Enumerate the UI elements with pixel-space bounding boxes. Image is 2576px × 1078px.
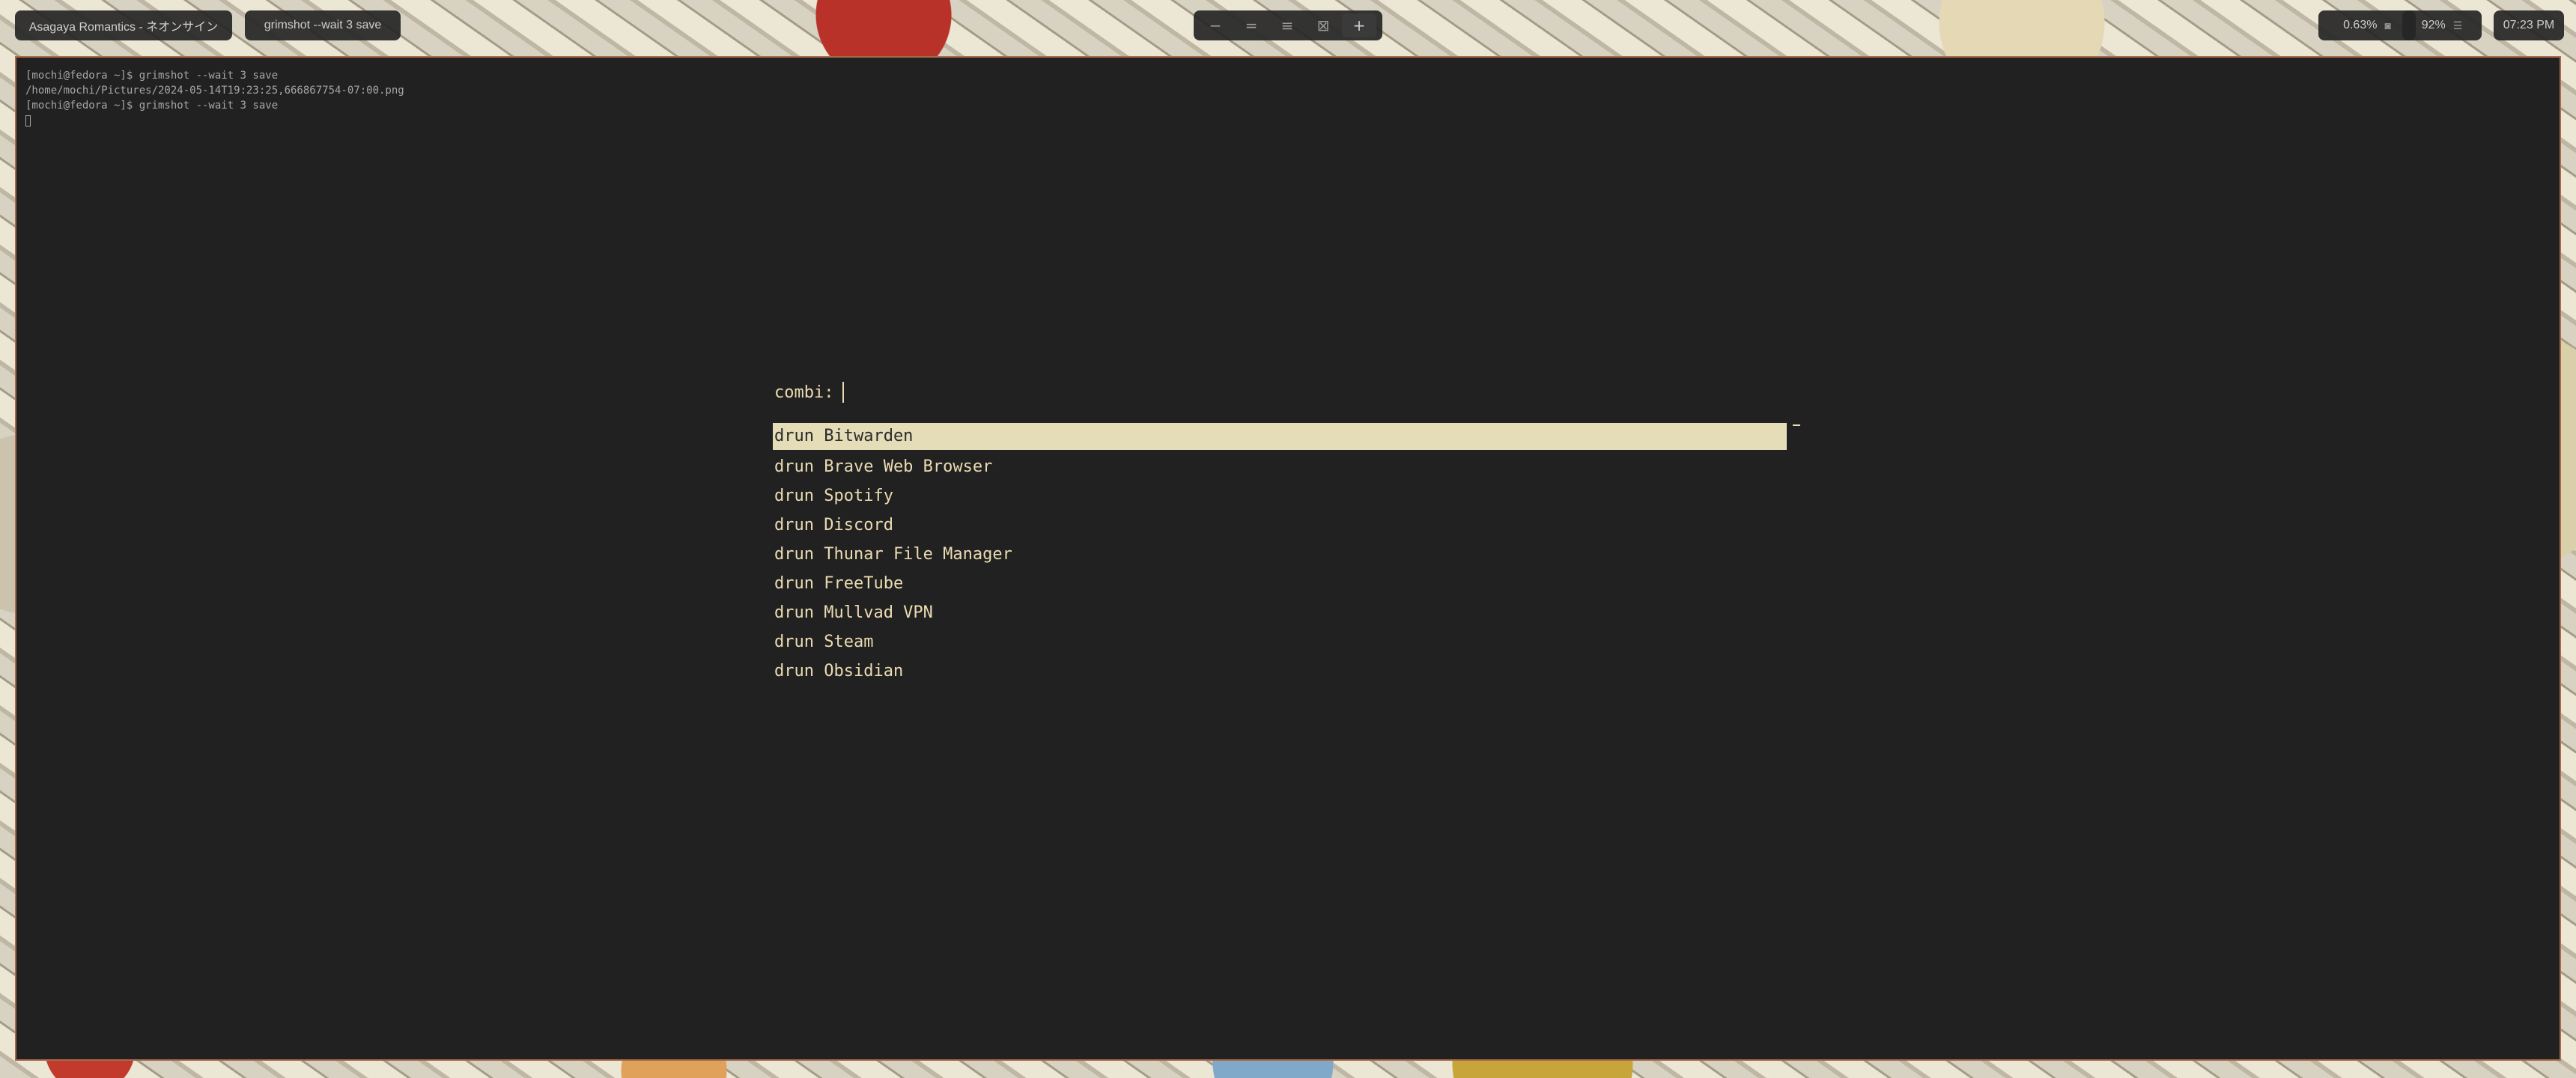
focused-command-pill[interactable]: grimshot --wait 3 save: [245, 10, 401, 40]
minus-icon: −: [1209, 16, 1222, 34]
terminal-line: /home/mochi/Pictures/2024-05-14T19:23:25…: [25, 85, 404, 97]
grid-icon: ⊠: [1316, 16, 1330, 34]
battery-pill[interactable]: 92% ☰: [2402, 10, 2482, 40]
window-title-label: Asagaya Romantics - ネオンサイン: [28, 21, 219, 34]
workspace-2-button[interactable]: =: [1234, 13, 1269, 37]
list-item-thunar[interactable]: drun Thunar File Manager: [773, 540, 1787, 569]
cpu-usage-pill[interactable]: 0.63% ◙: [2318, 10, 2416, 40]
workspace-5-button[interactable]: +: [1342, 13, 1376, 37]
terminal-output: [mochi@fedora ~]$ grimshot --wait 3 save…: [25, 68, 404, 131]
terminal-cursor: [25, 115, 31, 127]
cpu-icon: ◙: [2384, 19, 2391, 31]
battery-value: 92%: [2421, 19, 2446, 31]
list-item-obsidian[interactable]: drun Obsidian: [773, 657, 1787, 686]
cpu-usage-value: 0.63%: [2343, 19, 2378, 31]
list-item-brave[interactable]: drun Brave Web Browser: [773, 452, 1787, 481]
terminal-line: [mochi@fedora ~]$ grimshot --wait 3 save: [25, 100, 279, 112]
triple-line-icon: ≡: [1281, 16, 1294, 34]
battery-icon: ☰: [2452, 19, 2463, 31]
scrollbar-indicator[interactable]: [1793, 424, 1800, 426]
launcher-prompt-row[interactable]: combi:: [774, 380, 845, 405]
list-item-spotify[interactable]: drun Spotify: [773, 481, 1787, 511]
list-item-bitwarden[interactable]: drun Bitwarden: [773, 423, 1787, 450]
launcher-prompt-label: combi:: [774, 383, 834, 402]
list-item-freetube[interactable]: drun FreeTube: [773, 569, 1787, 598]
workspace-switcher: − = ≡ ⊠ +: [1194, 10, 1382, 40]
list-item-discord[interactable]: drun Discord: [773, 511, 1787, 540]
focused-command-label: grimshot --wait 3 save: [264, 19, 382, 31]
workspace-4-button[interactable]: ⊠: [1306, 13, 1340, 37]
workspace-3-button[interactable]: ≡: [1270, 13, 1304, 37]
list-item-mullvad[interactable]: drun Mullvad VPN: [773, 598, 1787, 627]
text-caret: [842, 382, 845, 403]
double-line-icon: =: [1245, 16, 1258, 34]
workspace-1-button[interactable]: −: [1198, 13, 1233, 37]
terminal-line: [mochi@fedora ~]$ grimshot --wait 3 save: [25, 70, 279, 82]
list-item-steam[interactable]: drun Steam: [773, 627, 1787, 657]
top-bar: Asagaya Romantics - ネオンサイン grimshot --wa…: [0, 0, 2576, 54]
window-title-pill[interactable]: Asagaya Romantics - ネオンサイン: [15, 10, 232, 40]
app-launcher: combi: drun Bitwarden drun Brave Web Bro…: [759, 371, 1800, 700]
clock-pill[interactable]: 07:23 PM: [2494, 10, 2564, 40]
clock-value: 07:23 PM: [2503, 19, 2555, 31]
launcher-results-list: drun Bitwarden drun Brave Web Browser dr…: [773, 423, 1787, 686]
plus-icon: +: [1352, 16, 1366, 34]
